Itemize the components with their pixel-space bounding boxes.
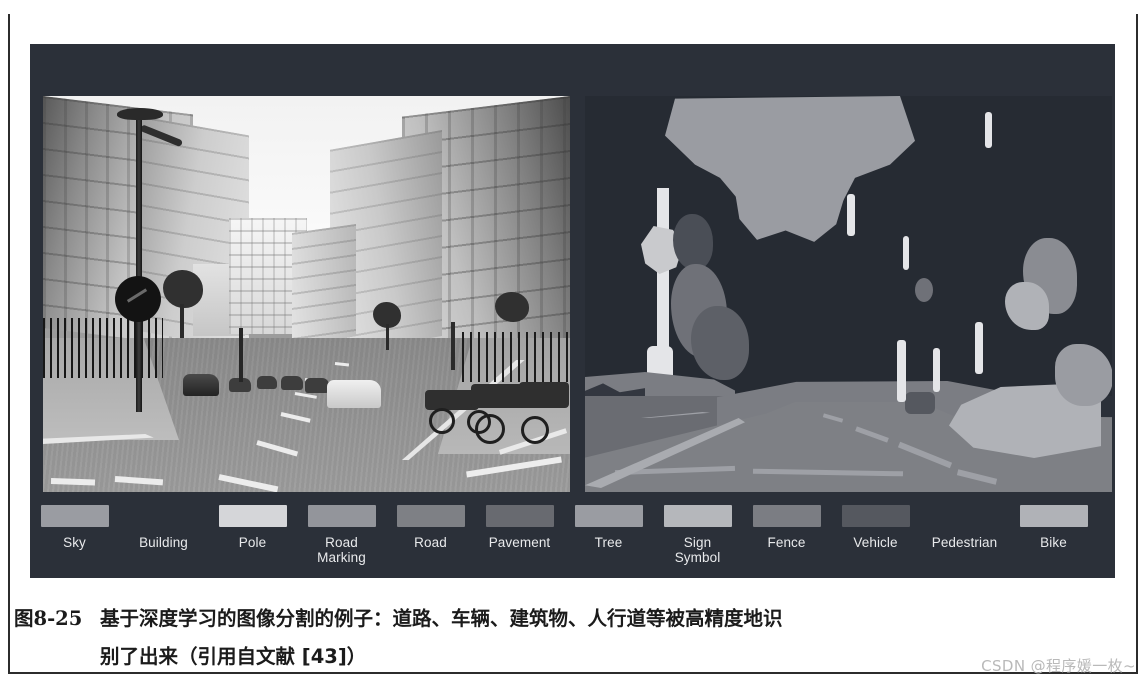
legend-item-road-marking: Road Marking xyxy=(297,505,386,565)
legend-item-pedestrian: Pedestrian xyxy=(920,505,1009,550)
segment-vehicle xyxy=(1055,344,1112,406)
photo-motorcycle xyxy=(519,382,569,408)
legend-label-pole: Pole xyxy=(238,535,267,550)
legend-item-fence: Fence xyxy=(742,505,831,550)
legend-item-sign-symbol: Sign Symbol xyxy=(653,505,742,565)
legend-label-tree: Tree xyxy=(594,535,623,550)
legend-swatch-vehicle xyxy=(841,505,910,527)
photo-road-sign xyxy=(115,276,161,322)
legend-label-building: Building xyxy=(139,535,188,550)
segment-sign xyxy=(985,112,992,148)
legend-swatch-sky xyxy=(40,505,109,527)
class-legend: Sky Building Pole Road Marking Road Pave… xyxy=(30,505,1115,578)
legend-label-pavement: Pavement xyxy=(488,535,551,550)
figure-panel: Sky Building Pole Road Marking Road Pave… xyxy=(30,44,1115,578)
legend-item-tree: Tree xyxy=(564,505,653,550)
legend-swatch-pole xyxy=(218,505,287,527)
photo-vehicle-dark-car xyxy=(183,374,219,396)
photo-tree-trunk xyxy=(386,324,389,350)
photo-tree xyxy=(495,292,529,322)
legend-swatch-bike xyxy=(1019,505,1088,527)
legend-item-road: Road xyxy=(386,505,475,550)
segmentation-map-image xyxy=(585,96,1112,492)
legend-label-road: Road xyxy=(414,535,447,550)
legend-label-sky: Sky xyxy=(63,535,86,550)
legend-label-road-marking: Road Marking xyxy=(317,535,366,565)
photo-vehicle-car xyxy=(281,376,303,390)
photo-bollard xyxy=(239,328,243,382)
page-border-left xyxy=(8,14,10,674)
legend-swatch-sign-symbol xyxy=(663,505,732,527)
segment-tree xyxy=(915,278,933,302)
segment-pole xyxy=(975,322,983,374)
caption-line-2: 别了出来（引用自文献 [43]） xyxy=(100,645,367,668)
legend-item-vehicle: Vehicle xyxy=(831,505,920,550)
csdn-watermark: CSDN @程序媛一枚~ xyxy=(981,657,1136,675)
photo-vehicle-white-car xyxy=(327,380,381,408)
legend-item-building: Building xyxy=(119,505,208,550)
segment-pole xyxy=(903,236,909,270)
photo-motorcycle-wheel xyxy=(521,416,549,444)
street-photo-image xyxy=(43,96,570,492)
legend-swatch-pavement xyxy=(485,505,554,527)
segment-pole xyxy=(897,340,906,402)
legend-label-sign-symbol: Sign Symbol xyxy=(674,535,721,565)
segment-pole xyxy=(847,194,855,236)
photo-vehicle-car xyxy=(305,378,329,393)
photo-railing-left xyxy=(43,318,163,378)
photo-railing-right xyxy=(462,332,570,382)
photo-tree xyxy=(163,270,203,308)
legend-label-bike: Bike xyxy=(1040,535,1067,550)
photo-motorcycle-wheel xyxy=(475,414,505,444)
caption-line-1: 基于深度学习的图像分割的例子：道路、车辆、建筑物、人行道等被高精度地识 xyxy=(100,607,783,630)
legend-item-bike: Bike xyxy=(1009,505,1098,550)
legend-swatch-fence xyxy=(752,505,821,527)
page-border-right xyxy=(1136,14,1138,674)
legend-label-pedestrian: Pedestrian xyxy=(931,535,998,550)
legend-label-fence: Fence xyxy=(767,535,806,550)
photo-lamp-head xyxy=(117,108,163,120)
figure-number: 图8-25 xyxy=(14,607,83,630)
legend-swatch-tree xyxy=(574,505,643,527)
photo-pole xyxy=(451,322,455,370)
photo-vehicle-car xyxy=(257,376,277,389)
legend-swatch-road xyxy=(396,505,465,527)
legend-item-pole: Pole xyxy=(208,505,297,550)
segment-vehicle xyxy=(905,392,935,414)
legend-label-vehicle: Vehicle xyxy=(853,535,898,550)
photo-tree-trunk xyxy=(180,304,184,338)
source-photo-panel xyxy=(43,96,570,492)
page-root: Sky Building Pole Road Marking Road Pave… xyxy=(0,0,1148,689)
legend-item-sky: Sky xyxy=(30,505,119,550)
legend-swatch-road-marking xyxy=(307,505,376,527)
photo-building-right-3 xyxy=(292,224,356,345)
segment-pole xyxy=(933,348,940,392)
segment-tree xyxy=(673,214,713,270)
photo-lamp-pole xyxy=(136,112,142,412)
legend-item-pavement: Pavement xyxy=(475,505,564,550)
photo-motorcycle-wheel xyxy=(429,408,455,434)
figure-caption: 图8-25 基于深度学习的图像分割的例子：道路、车辆、建筑物、人行道等被高精度地识… xyxy=(14,600,1124,676)
segmentation-map-panel xyxy=(585,96,1112,492)
